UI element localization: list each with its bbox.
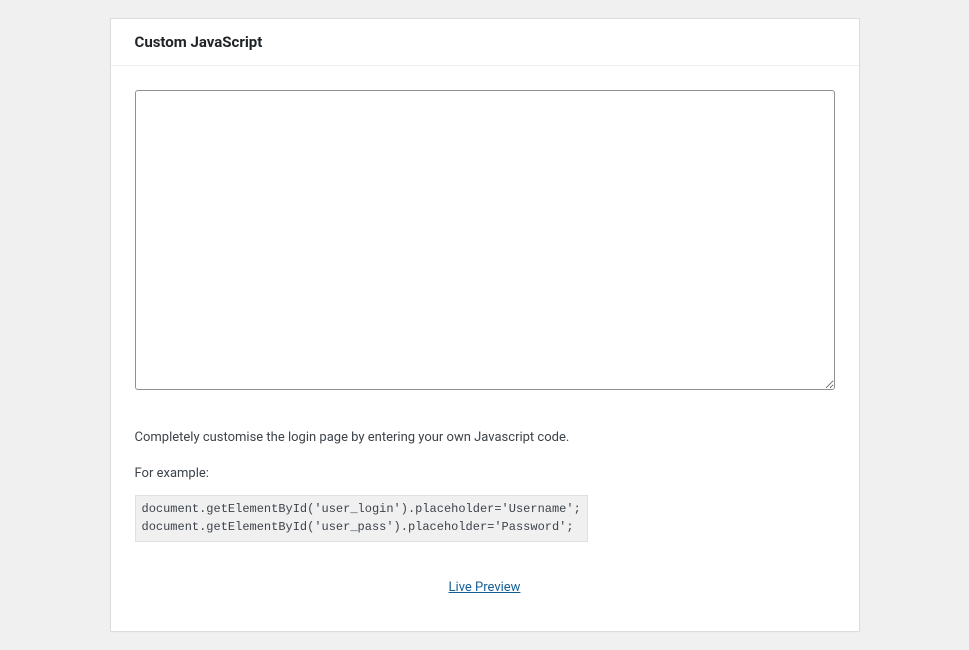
panel-header: Custom JavaScript [111,19,859,66]
custom-javascript-panel: Custom JavaScript Completely customise t… [110,18,860,632]
custom-js-textarea[interactable] [135,90,835,390]
panel-body: Completely customise the login page by e… [111,66,859,631]
description-text: Completely customise the login page by e… [135,428,835,448]
example-code-block: document.getElementById('user_login').pl… [135,495,588,542]
preview-link-wrapper: Live Preview [135,580,835,595]
live-preview-link[interactable]: Live Preview [449,580,521,595]
panel-title: Custom JavaScript [135,33,835,51]
example-label: For example: [135,466,835,481]
